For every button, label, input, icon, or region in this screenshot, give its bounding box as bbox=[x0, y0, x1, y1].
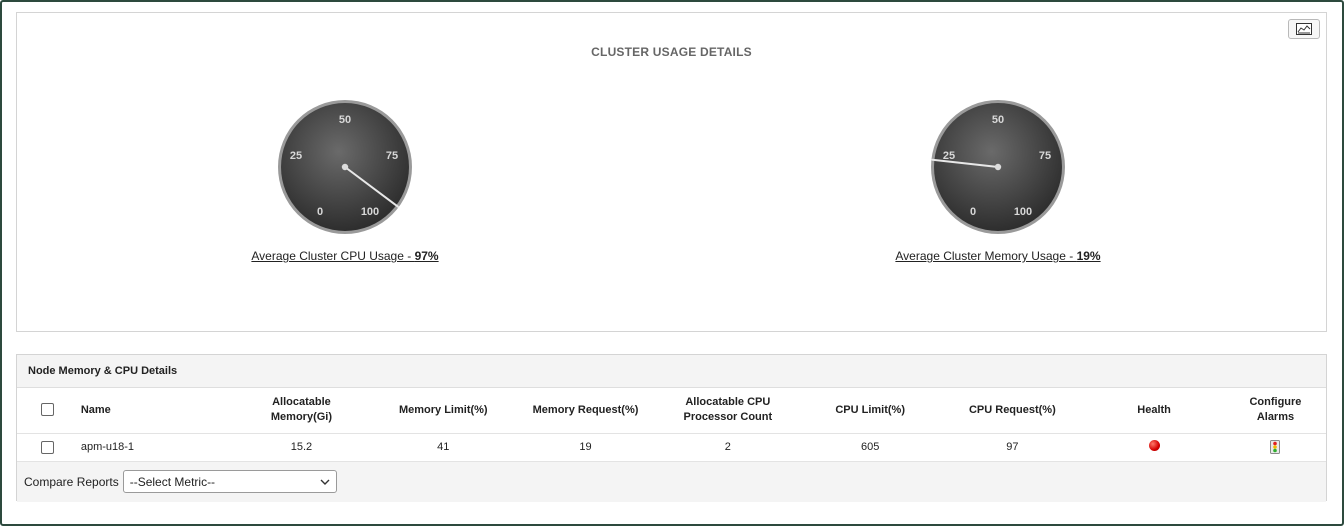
app-frame: CLUSTER USAGE DETAILS 0 25 50 75 100 Average… bbox=[0, 0, 1344, 526]
col-configure-alarms: Configure Alarms bbox=[1249, 396, 1302, 424]
select-metric-dropdown[interactable]: --Select Metric-- bbox=[122, 470, 337, 493]
select-all-checkbox[interactable] bbox=[41, 403, 55, 417]
select-metric-value: --Select Metric-- bbox=[129, 474, 216, 489]
gauge-tick-label: 100 bbox=[1014, 206, 1032, 218]
cpu-usage-caption[interactable]: Average Cluster CPU Usage - 97% bbox=[215, 249, 475, 263]
gauge-tick-label: 75 bbox=[386, 150, 398, 162]
col-cpu-request[interactable]: CPU Request(%) bbox=[942, 388, 1084, 433]
memory-request-value: 19 bbox=[579, 441, 592, 453]
compare-reports-row: Compare Reports --Select Metric-- bbox=[17, 461, 1326, 502]
select-all-cell bbox=[17, 388, 79, 433]
node-name[interactable]: apm-u18-1 bbox=[79, 433, 231, 461]
row-select-cell bbox=[17, 433, 79, 461]
gauge-tick-label: 0 bbox=[970, 206, 976, 218]
col-memory-limit[interactable]: Memory Limit(%) bbox=[372, 388, 514, 433]
cpu-gauge-dial: 0 25 50 75 100 bbox=[278, 100, 412, 234]
gauge-tick-label: 50 bbox=[992, 114, 1004, 126]
table-header-row: Name Allocatable Memory(Gi) Memory Limit… bbox=[17, 388, 1326, 433]
compare-reports-label: Compare Reports bbox=[24, 474, 119, 489]
memory-usage-gauge: 0 25 50 75 100 Average Cluster Memory Usage … bbox=[868, 97, 1128, 263]
memory-usage-caption[interactable]: Average Cluster Memory Usage - 19% bbox=[868, 249, 1128, 263]
col-alloc-cpu[interactable]: Allocatable CPU Processor Count bbox=[657, 388, 799, 433]
col-health: Health bbox=[1137, 403, 1171, 416]
col-cpu-limit[interactable]: CPU Limit(%) bbox=[799, 388, 942, 433]
alloc-memory-value: 15.2 bbox=[290, 441, 313, 453]
alloc-cpu-value: 2 bbox=[724, 441, 731, 453]
gauge-hub bbox=[994, 163, 1002, 171]
chevron-down-icon bbox=[320, 479, 330, 485]
details-header: Node Memory & CPU Details bbox=[17, 355, 1326, 388]
cpu-limit-value: 605 bbox=[860, 441, 880, 453]
cluster-usage-panel: CLUSTER USAGE DETAILS 0 25 50 75 100 Average… bbox=[16, 12, 1327, 332]
gauge-tick-label: 25 bbox=[290, 150, 302, 162]
col-memory-request[interactable]: Memory Request(%) bbox=[514, 388, 657, 433]
gauge-hub bbox=[341, 163, 349, 171]
chart-collapse-button[interactable] bbox=[1288, 19, 1320, 39]
row-checkbox[interactable] bbox=[41, 440, 55, 454]
node-details-panel: Node Memory & CPU Details Name Allocatab… bbox=[16, 354, 1327, 502]
node-details-table: Name Allocatable Memory(Gi) Memory Limit… bbox=[17, 388, 1326, 462]
memory-gauge-dial: 0255075100 bbox=[931, 100, 1065, 234]
col-name[interactable]: Name bbox=[79, 388, 231, 433]
col-alloc-memory[interactable]: Allocatable Memory(Gi) bbox=[230, 388, 372, 433]
gauge-tick-label: 50 bbox=[339, 114, 351, 126]
memory-limit-value: 41 bbox=[437, 441, 450, 453]
chart-collapse-icon bbox=[1296, 23, 1312, 35]
traffic-light-icon[interactable] bbox=[1270, 440, 1281, 454]
gauge-tick-label: 75 bbox=[1039, 150, 1051, 162]
gauge-tick-label: 0 bbox=[317, 206, 323, 218]
cpu-usage-gauge: 0 25 50 75 100 Average Cluster CPU Usage - 9… bbox=[215, 97, 475, 263]
panel-title: CLUSTER USAGE DETAILS bbox=[591, 45, 752, 59]
table-row: apm-u18-1 15.2 41 19 2 605 97 bbox=[17, 433, 1326, 461]
health-status-icon bbox=[1148, 440, 1160, 451]
cpu-request-value: 97 bbox=[1006, 441, 1019, 453]
alarm-cell bbox=[1225, 433, 1326, 461]
health-cell bbox=[1083, 433, 1225, 461]
gauge-tick-label: 100 bbox=[361, 206, 379, 218]
